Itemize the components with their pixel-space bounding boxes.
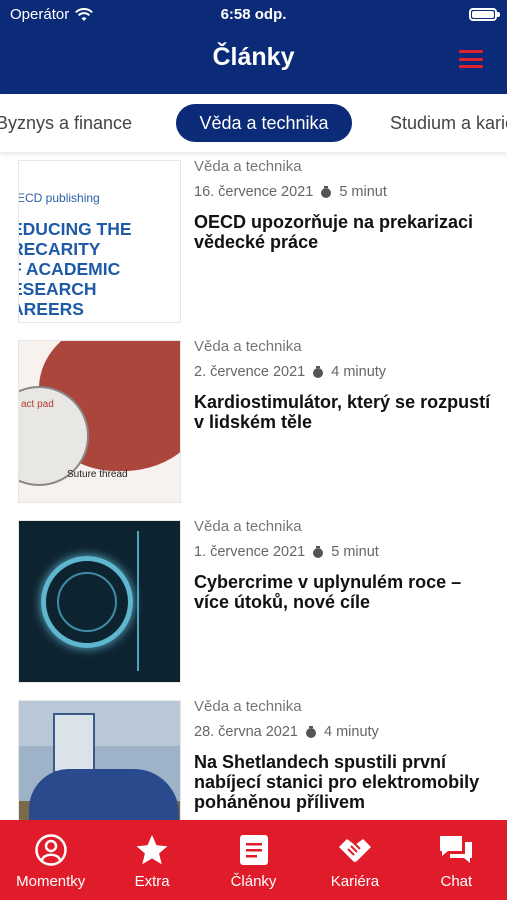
article-card[interactable]: ECD publishing EDUCING THE RECARITY F AC… — [0, 152, 507, 332]
hamburger-menu-button[interactable] — [459, 50, 483, 68]
nav-chat[interactable]: Chat — [406, 820, 507, 900]
article-thumbnail[interactable]: act pad Suture thread — [18, 340, 181, 503]
menu-bar — [459, 65, 483, 68]
article-icon — [238, 830, 270, 870]
app-header: Operátor 6:58 odp. Články — [0, 0, 507, 94]
article-card[interactable]: Věda a technika 28. června 2021 4 minuty… — [0, 692, 507, 820]
menu-bar — [459, 57, 483, 61]
battery-icon — [469, 8, 500, 21]
article-date: 2. července 2021 — [194, 364, 306, 380]
article-category: Věda a technika — [194, 158, 302, 175]
article-card[interactable]: act pad Suture thread Věda a technika 2.… — [0, 332, 507, 512]
article-read-time: 5 minut — [331, 544, 379, 560]
nav-clanky[interactable]: Články — [203, 820, 304, 900]
nav-label: Kariéra — [330, 873, 380, 890]
thumb-label: Suture thread — [67, 469, 128, 480]
article-meta: Věda a technika 28. června 2021 4 minuty… — [194, 698, 494, 812]
article-title[interactable]: Na Shetlandech spustili první nabíjecí s… — [194, 752, 494, 812]
article-read-time: 4 minuty — [331, 364, 387, 380]
article-category: Věda a technika — [194, 338, 302, 355]
article-dateline: 2. července 2021 4 minuty — [194, 362, 494, 382]
thumb-label: act pad — [21, 399, 54, 410]
nav-kariera[interactable]: Kariéra — [304, 820, 405, 900]
article-title[interactable]: Cybercrime v uplynulém roce – více útoků… — [194, 572, 494, 612]
article-category: Věda a technika — [194, 518, 302, 535]
article-thumbnail[interactable]: ECD publishing EDUCING THE RECARITY F AC… — [18, 160, 181, 323]
nav-momentky[interactable]: Momentky — [0, 820, 101, 900]
article-title[interactable]: OECD upozorňuje na prekarizaci vědecké p… — [194, 212, 494, 252]
article-date: 1. července 2021 — [194, 544, 306, 560]
nav-label: Chat — [440, 873, 473, 890]
stopwatch-icon — [313, 365, 324, 378]
article-read-time: 5 minut — [339, 184, 387, 200]
thumb-brand: ECD publishing — [18, 191, 100, 205]
bottom-navigation: Momentky Extra Články Kariéra Chat — [0, 820, 507, 900]
article-dateline: 1. července 2021 5 minut — [194, 542, 494, 562]
menu-bar — [459, 50, 483, 53]
car-graphic — [29, 769, 179, 820]
page-title: Články — [212, 43, 295, 71]
article-thumbnail[interactable] — [18, 700, 181, 820]
article-thumbnail[interactable] — [18, 520, 181, 683]
status-bar: Operátor 6:58 odp. — [0, 0, 507, 30]
cyber-ring-inner — [57, 572, 117, 632]
stopwatch-icon — [306, 725, 316, 738]
article-list[interactable]: ECD publishing EDUCING THE RECARITY F AC… — [0, 152, 507, 820]
article-category: Věda a technika — [194, 698, 302, 715]
person-circle-icon — [34, 830, 68, 870]
charging-station-graphic — [53, 713, 95, 773]
tab-veda-a-technika[interactable]: Věda a technika — [176, 104, 352, 142]
stopwatch-icon — [321, 185, 332, 198]
article-meta: Věda a technika 2. července 2021 4 minut… — [194, 338, 494, 432]
tab-byznys-a-finance[interactable]: Byznys a finance — [0, 104, 132, 142]
article-dateline: 16. července 2021 5 minut — [194, 182, 494, 202]
thumb-cover-text: EDUCING THE RECARITY F ACADEMIC ESEARCH … — [18, 219, 132, 319]
article-read-time: 4 minuty — [324, 724, 379, 740]
article-dateline: 28. června 2021 4 minuty — [194, 722, 494, 742]
sky-graphic — [19, 701, 180, 746]
article-date: 16. července 2021 — [194, 184, 314, 200]
star-icon — [135, 830, 169, 870]
article-card[interactable]: Věda a technika 1. července 2021 5 minut… — [0, 512, 507, 692]
status-time: 6:58 odp. — [220, 6, 287, 23]
nav-label: Extra — [134, 873, 170, 890]
stopwatch-icon — [313, 545, 324, 558]
tab-studium-a-kariera[interactable]: Studium a kariéra — [390, 104, 507, 142]
article-title[interactable]: Kardiostimulátor, který se rozpustí v li… — [194, 392, 494, 432]
nav-extra[interactable]: Extra — [101, 820, 202, 900]
article-date: 28. června 2021 — [194, 724, 298, 740]
nav-label: Momentky — [16, 873, 86, 890]
cyber-panel-graphic — [137, 531, 177, 671]
handshake-icon — [337, 830, 373, 870]
article-meta: Věda a technika 1. července 2021 5 minut… — [194, 518, 494, 612]
nav-label: Články — [230, 873, 277, 890]
article-meta: Věda a technika 16. července 2021 5 minu… — [194, 158, 494, 252]
category-tabs[interactable]: Byznys a finance Věda a technika Studium… — [0, 94, 507, 152]
chat-icon — [438, 830, 474, 870]
